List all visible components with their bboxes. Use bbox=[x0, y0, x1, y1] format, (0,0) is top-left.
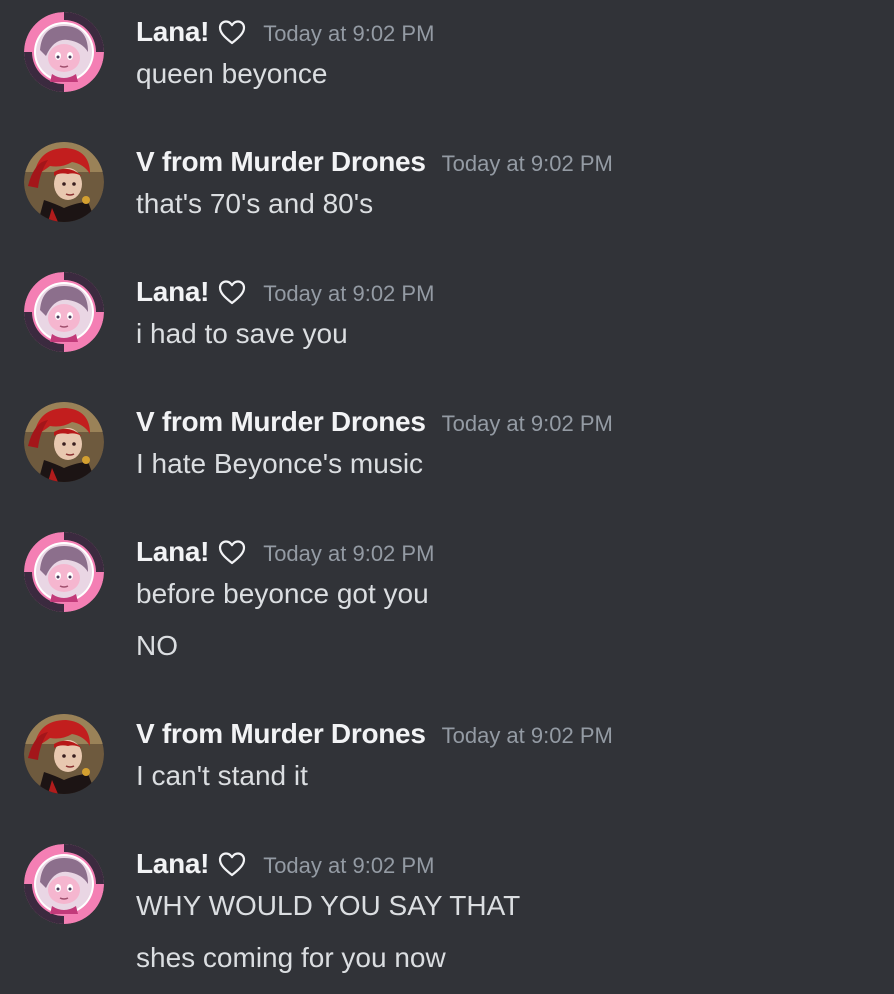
message-timestamp[interactable]: Today at 9:02 PM bbox=[263, 541, 434, 567]
message-text: shes coming for you now bbox=[136, 942, 446, 973]
message-text: I can't stand it bbox=[136, 760, 308, 791]
heart-outline-icon bbox=[217, 850, 247, 878]
heart-outline-icon bbox=[217, 18, 247, 46]
message-timestamp[interactable]: Today at 9:02 PM bbox=[442, 723, 613, 749]
message-text: before beyonce got you bbox=[136, 578, 429, 609]
message-text: that's 70's and 80's bbox=[136, 188, 374, 219]
message-text: queen beyonce bbox=[136, 58, 328, 89]
chat-message-list: Lana! Today at 9:02 PM queen beyonce V f… bbox=[0, 0, 894, 994]
message-timestamp[interactable]: Today at 9:02 PM bbox=[263, 21, 434, 47]
message-text: I hate Beyonce's music bbox=[136, 448, 424, 479]
heart-outline-icon bbox=[217, 278, 247, 306]
message-header: Lana! Today at 9:02 PM bbox=[136, 844, 434, 884]
message-header: Lana! Today at 9:02 PM bbox=[136, 532, 434, 572]
message-header: V from Murder Drones Today at 9:02 PM bbox=[136, 714, 613, 754]
avatar-v[interactable] bbox=[24, 402, 104, 482]
username[interactable]: Lana! bbox=[136, 536, 209, 568]
message-text: WHY WOULD YOU SAY THAT bbox=[136, 890, 521, 921]
avatar-lana[interactable] bbox=[24, 12, 104, 92]
username[interactable]: Lana! bbox=[136, 16, 209, 48]
username[interactable]: Lana! bbox=[136, 276, 209, 308]
avatar-lana[interactable] bbox=[24, 532, 104, 612]
username[interactable]: V from Murder Drones bbox=[136, 146, 426, 178]
avatar-lana[interactable] bbox=[24, 272, 104, 352]
avatar-v[interactable] bbox=[24, 142, 104, 222]
message-header: V from Murder Drones Today at 9:02 PM bbox=[136, 142, 613, 182]
avatar-v[interactable] bbox=[24, 714, 104, 794]
username[interactable]: V from Murder Drones bbox=[136, 406, 426, 438]
message-text: NO bbox=[136, 630, 178, 661]
username[interactable]: V from Murder Drones bbox=[136, 718, 426, 750]
message-text: i had to save you bbox=[136, 318, 348, 349]
message-header: Lana! Today at 9:02 PM bbox=[136, 12, 434, 52]
message-timestamp[interactable]: Today at 9:02 PM bbox=[263, 281, 434, 307]
avatar-lana[interactable] bbox=[24, 844, 104, 924]
message-timestamp[interactable]: Today at 9:02 PM bbox=[442, 151, 613, 177]
message-timestamp[interactable]: Today at 9:02 PM bbox=[263, 853, 434, 879]
message-timestamp[interactable]: Today at 9:02 PM bbox=[442, 411, 613, 437]
message-header: V from Murder Drones Today at 9:02 PM bbox=[136, 402, 613, 442]
heart-outline-icon bbox=[217, 538, 247, 566]
username[interactable]: Lana! bbox=[136, 848, 209, 880]
message-header: Lana! Today at 9:02 PM bbox=[136, 272, 434, 312]
